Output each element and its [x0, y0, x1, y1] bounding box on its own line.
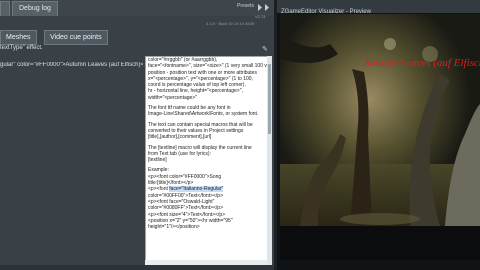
text-input-preview[interactable]: gular" color="#FF0000">Autumn Leaves (au… — [0, 62, 143, 68]
help-text-box[interactable]: color="#rrggbb" (or #aarrggbb), face="<fo… — [145, 56, 269, 267]
tab-meshes[interactable]: Meshes — [0, 30, 37, 45]
nav-arrows-icon[interactable] — [258, 4, 272, 11]
tab-partial[interactable] — [0, 1, 10, 16]
help-line: Image-Line\Shared\Artwork\Fonts, or syst… — [148, 111, 259, 118]
settings-icon[interactable]: ✎ — [262, 45, 268, 53]
preview-overlay-text: Autumn Leaves (auf Elfisch) — [363, 57, 480, 69]
preview-window: ZGameEditor Visualizer - Preview Autumn … — [277, 0, 480, 270]
build-info: 4.3.9 · Build 30 19 10.4535 — [206, 21, 255, 26]
effect-label: textType" effect. — [0, 45, 43, 51]
help-line: face="<fontname>", size="<size>" (1 very… — [148, 63, 268, 70]
preview-scene — [280, 14, 480, 260]
sub-tabs: Meshes Video cue points — [0, 30, 274, 45]
tab-debug-log[interactable]: Debug log — [12, 1, 58, 16]
preview-titlebar: ZGameEditor Visualizer - Preview — [277, 0, 480, 15]
presets-button[interactable]: Presets — [237, 3, 254, 9]
help-line: position - position text with one or mor… — [148, 69, 257, 76]
selected-text: face="Italianno-Regular" — [169, 186, 224, 193]
help-line: The [textline] macro will display the cu… — [148, 144, 252, 151]
panel-titlebar: Debug log Presets — [0, 0, 274, 17]
left-panel: Debug log Presets V2.74 4.3.9 · Build 30… — [0, 0, 274, 270]
tab-video-cue-points[interactable]: Video cue points — [44, 30, 108, 45]
bottom-bar — [0, 265, 274, 270]
help-line: height="1"/></position> — [148, 224, 200, 231]
version-label: V2.74 — [255, 14, 266, 19]
scrollbar-thumb[interactable] — [268, 64, 271, 134]
